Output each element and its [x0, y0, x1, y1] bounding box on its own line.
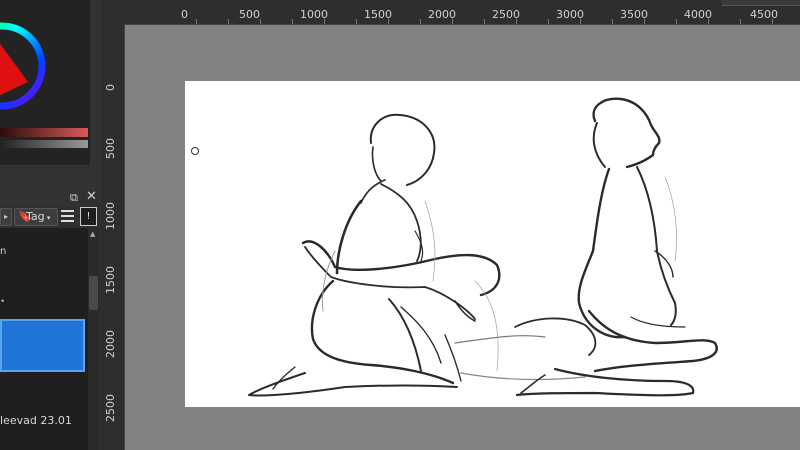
horizontal-ruler[interactable]: 0 500 1000 1500 2000 2500 3000 3500 4000…	[101, 0, 800, 25]
scroll-up-icon[interactable]: ▲	[90, 230, 95, 238]
ruler-corner	[101, 0, 124, 24]
value-slider[interactable]	[0, 140, 88, 148]
ruler-label: 0	[181, 8, 188, 21]
brush-cursor	[191, 147, 199, 155]
ruler-label: 2000	[104, 330, 117, 358]
ruler-label: 4500	[750, 8, 778, 21]
scrollbar-thumb[interactable]	[89, 276, 98, 310]
color-selector[interactable]	[0, 0, 90, 165]
scrollbar[interactable]	[88, 228, 100, 450]
selected-list-item[interactable]	[0, 319, 85, 372]
brush-preset-toolbar: ▸ 🔖Tag ▾ !	[0, 206, 101, 228]
top-right-widget	[722, 0, 800, 6]
list-item[interactable]: leevad 23.01	[0, 414, 72, 427]
info-button[interactable]: !	[80, 207, 97, 226]
sketch-drawing	[248, 97, 718, 397]
list-item[interactable]: n	[0, 246, 6, 257]
ruler-label: 1500	[104, 266, 117, 294]
ruler-label: 0	[104, 84, 117, 91]
hamburger-menu-icon[interactable]	[61, 210, 74, 222]
chevron-down-icon: ▾	[44, 214, 51, 222]
close-icon[interactable]: ✕	[86, 190, 98, 203]
bookmark-icon: 🔖	[18, 210, 32, 223]
docker-separator	[0, 165, 101, 187]
color-sliders[interactable]	[0, 128, 88, 152]
ruler-label: 2500	[104, 394, 117, 422]
ruler-label: 500	[239, 8, 260, 21]
tag-button-label: Tag	[26, 210, 45, 223]
ruler-label: 500	[104, 138, 117, 159]
chevron-left-icon[interactable]: ▸	[0, 208, 12, 226]
float-icon[interactable]: ⧉	[70, 192, 81, 203]
tag-button[interactable]: 🔖Tag ▾	[14, 208, 58, 226]
ruler-label: 1000	[104, 202, 117, 230]
red-slider[interactable]	[0, 128, 88, 137]
color-wheel[interactable]	[0, 0, 90, 130]
list-item-marker: •	[0, 297, 6, 307]
